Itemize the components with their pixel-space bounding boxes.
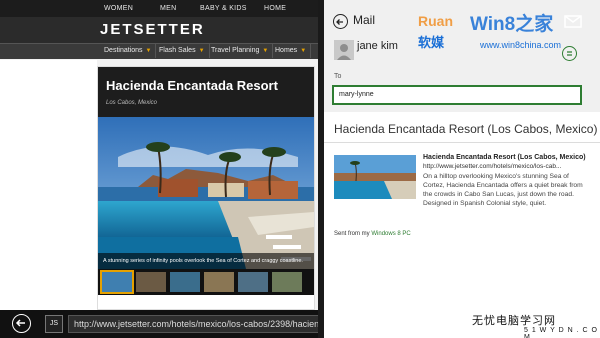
thumbnail[interactable]	[136, 272, 166, 292]
screen: WOMEN MEN BABY & KIDS HOME JETSETTER Des…	[0, 0, 600, 338]
site-logo[interactable]: JETSETTER	[100, 21, 205, 38]
divider	[324, 142, 600, 143]
arrow-left-icon	[15, 319, 25, 327]
article-subtitle: Los Cabos, Mexico	[106, 100, 158, 106]
chevron-down-icon: ▼	[145, 48, 152, 54]
browser-pane: WOMEN MEN BABY & KIDS HOME JETSETTER Des…	[0, 0, 320, 338]
url-input[interactable]: http://www.jetsetter.com/hotels/mexico/l…	[68, 315, 320, 333]
article-title: Hacienda Encantada Resort	[106, 78, 278, 93]
nav-baby-kids[interactable]: BABY & KIDS	[200, 0, 247, 17]
chevron-down-icon: ▼	[262, 48, 269, 54]
signature-text: Sent from my	[334, 231, 370, 237]
site-icon-label: JS	[49, 320, 59, 327]
nav-men[interactable]: MEN	[160, 0, 176, 17]
category-destinations[interactable]: Destinations ▼	[100, 44, 157, 58]
to-label: To	[334, 73, 342, 80]
category-homes[interactable]: Homes ▼	[271, 44, 312, 58]
arrow-left-icon	[336, 19, 343, 25]
avatar	[334, 40, 354, 60]
link-preview-body: On a hilltop overlooking Mexico's stunni…	[423, 173, 583, 207]
mail-title: Mail	[353, 13, 376, 27]
category-label: Homes	[275, 47, 298, 54]
site-icon-button[interactable]: JS	[45, 315, 63, 333]
thumbnail-strip	[98, 269, 314, 295]
to-input[interactable]: mary-lynne	[332, 85, 582, 105]
sender-name[interactable]: jane kim	[357, 40, 398, 52]
svg-text:Win8之家: Win8之家	[470, 12, 554, 35]
photo-caption: A stunning series of infinity pools over…	[98, 253, 314, 269]
category-label: Destinations	[104, 47, 143, 54]
article-header: Hacienda Encantada Resort Los Cabos, Mex…	[98, 67, 314, 117]
thumbnail[interactable]	[170, 272, 200, 292]
category-label: Flash Sales	[159, 47, 196, 54]
category-flash-sales[interactable]: Flash Sales ▼	[155, 44, 210, 58]
page-margin	[0, 60, 97, 310]
thumbnail[interactable]	[272, 272, 302, 292]
category-label: Travel Planning	[211, 47, 260, 54]
nav-home[interactable]: HOME	[264, 0, 286, 17]
link-preview-url[interactable]: http://www.jetsetter.com/hotels/mexico/l…	[423, 163, 561, 170]
subject-input[interactable]: Hacienda Encantada Resort (Los Cabos, Me…	[334, 122, 597, 136]
back-button[interactable]	[12, 314, 31, 333]
chevron-down-icon: ▼	[300, 48, 307, 54]
category-travel-planning[interactable]: Travel Planning ▼	[207, 44, 274, 58]
thumbnail[interactable]	[204, 272, 234, 292]
top-nav: WOMEN MEN BABY & KIDS HOME	[0, 0, 320, 17]
signature: Sent from my Windows 8 PC	[334, 231, 411, 237]
mail-back-button[interactable]	[333, 14, 348, 29]
watermark-bottom-url: 5 1 W Y D N . C O M	[524, 327, 598, 338]
link-preview-image[interactable]	[334, 155, 416, 199]
chevron-down-icon: ▼	[198, 48, 205, 54]
watermark-url: www.win8china.com	[480, 40, 562, 50]
article-card: Hacienda Encantada Resort Los Cabos, Mex…	[97, 66, 315, 310]
thumbnail[interactable]	[238, 272, 268, 292]
watermark-bottom: 无忧电脑学习网	[472, 314, 556, 327]
svg-text:Ruan: Ruan	[418, 13, 453, 29]
link-preview-title[interactable]: Hacienda Encantada Resort (Los Cabos, Me…	[423, 154, 586, 161]
nav-women[interactable]: WOMEN	[104, 0, 133, 17]
signature-link[interactable]: Windows 8 PC	[371, 231, 410, 237]
thumbnail[interactable]	[100, 270, 134, 294]
watermark-cn: 软媒	[418, 35, 445, 50]
person-icon	[337, 44, 351, 60]
